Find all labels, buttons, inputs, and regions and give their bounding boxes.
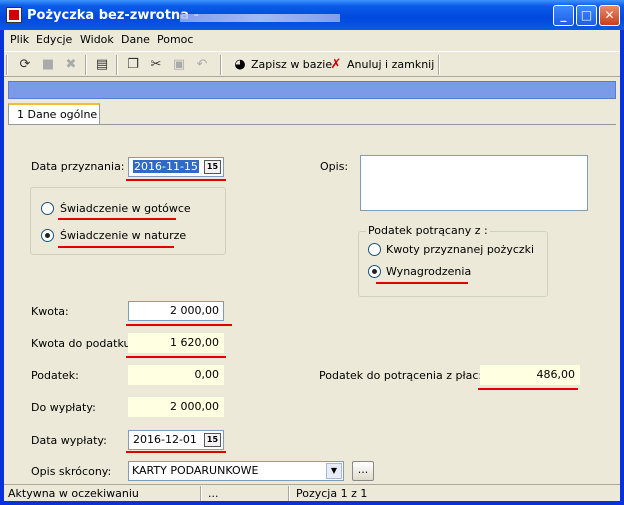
highlight-underline [126, 324, 232, 326]
redacted-title-part [180, 14, 340, 22]
cancel-close-label: Anuluj i zamknij [347, 58, 435, 71]
title-bar[interactable]: Pożyczka bez-zwrotna - _ □ ✕ [0, 0, 624, 30]
delete-icon[interactable]: ✖ [62, 56, 80, 74]
podatek-label: Podatek: [31, 369, 79, 382]
highlight-underline [478, 388, 578, 390]
data-wyplaty-value: 2016-12-01 [133, 433, 197, 446]
podatek-field: 0,00 [128, 365, 224, 385]
natura-label[interactable]: Świadczenie w naturze [60, 229, 186, 242]
menu-dane[interactable]: Dane [121, 33, 150, 46]
highlight-underline [58, 246, 174, 248]
data-wyplaty-label: Data wypłaty: [31, 434, 107, 447]
toolbar-separator [438, 55, 440, 75]
highlight-underline [126, 179, 226, 181]
save-icon[interactable]: ■ [39, 56, 57, 74]
kwota-do-podatku-field: 1 620,00 [128, 333, 224, 353]
cut-icon[interactable]: ✂ [147, 56, 165, 74]
opis-skrocony-more-button[interactable]: ... [352, 461, 374, 481]
toolbar: ⟳ ■ ✖ ▤ ❐ ✂ ▣ ↶ ◕ Zapisz w bazie ✗ Anuluj … [4, 51, 620, 77]
do-wyplaty-field: 2 000,00 [128, 397, 224, 417]
window-client: Plik Edycje Widok Dane Pomoc ⟳ ■ ✖ ▤ ❐ ✂… [4, 30, 620, 501]
minimize-button[interactable]: _ [553, 5, 574, 26]
toolbar-separator [116, 55, 118, 75]
data-przyznania-label: Data przyznania: [31, 160, 125, 173]
save-to-db-button[interactable]: ◕ Zapisz w bazie [232, 55, 332, 75]
progress-bar [8, 81, 616, 99]
calendar-icon[interactable]: 15 [204, 433, 221, 447]
podatek-groupbox [358, 231, 548, 297]
kwota-field[interactable]: 2 000,00 [128, 301, 224, 321]
wynagrodzenie-label[interactable]: Wynagrodzenia [386, 265, 471, 278]
status-text: Aktywna w oczekiwaniu [8, 487, 139, 500]
save-db-icon: ◕ [234, 57, 246, 72]
app-window: Pożyczka bez-zwrotna - _ □ ✕ Plik Edycje… [0, 0, 624, 505]
menu-plik[interactable]: Plik [10, 33, 29, 46]
close-button[interactable]: ✕ [599, 5, 620, 26]
cancel-icon: ✗ [330, 57, 342, 72]
highlight-underline [376, 282, 468, 284]
kwota-do-podatku-label: Kwota do podatku: [31, 337, 135, 350]
maximize-button[interactable]: □ [576, 5, 597, 26]
status-bar: Aktywna w oczekiwaniu ... Pozycja 1 z 1 [4, 484, 620, 501]
menu-pomoc[interactable]: Pomoc [157, 33, 193, 46]
cancel-close-button[interactable]: ✗ Anuluj i zamknij [328, 55, 435, 75]
data-przyznania-field[interactable]: 2016-11-15 15 [128, 157, 224, 177]
paste-icon[interactable]: ▣ [170, 56, 188, 74]
opis-skrocony-combo[interactable]: KARTY PODARUNKOWE ▼ [128, 461, 344, 481]
undo-icon[interactable]: ↶ [193, 56, 211, 74]
opis-label: Opis: [320, 160, 349, 173]
minimize-icon: _ [560, 8, 567, 22]
tab-dane-ogolne[interactable]: 1 Dane ogólne [8, 103, 100, 125]
highlight-underline [126, 451, 226, 453]
opis-textarea[interactable] [360, 155, 588, 211]
highlight-underline [58, 218, 176, 220]
kwota-label: Kwota: [31, 305, 69, 318]
close-icon: ✕ [604, 8, 615, 22]
menu-widok[interactable]: Widok [80, 33, 114, 46]
radio-pozyczka[interactable] [368, 243, 381, 256]
save-to-db-label: Zapisz w bazie [251, 58, 333, 71]
toolbar-separator [85, 55, 87, 75]
calendar-icon[interactable]: 15 [204, 160, 221, 174]
do-wyplaty-label: Do wypłaty: [31, 401, 96, 414]
toolbar-separator [220, 55, 222, 75]
dropdown-arrow-icon[interactable]: ▼ [326, 463, 342, 479]
toolbar-separator [6, 55, 8, 75]
properties-icon[interactable]: ▤ [93, 56, 111, 74]
maximize-icon: □ [580, 8, 593, 22]
swiadczenie-groupbox [30, 187, 226, 255]
podatek-do-potracenia-field: 486,00 [480, 365, 580, 385]
window-title: Pożyczka bez-zwrotna - [27, 8, 199, 23]
highlight-underline [126, 356, 226, 358]
radio-natura[interactable] [41, 229, 54, 242]
menu-bar: Plik Edycje Widok Dane Pomoc [4, 30, 620, 50]
status-middle: ... [208, 487, 219, 500]
pozyczka-label[interactable]: Kwoty przyznanej pożyczki [386, 243, 534, 256]
radio-wynagrodzenie[interactable] [368, 265, 381, 278]
data-przyznania-value: 2016-11-15 [133, 160, 199, 173]
opis-skrocony-value: KARTY PODARUNKOWE [132, 464, 259, 477]
menu-edycje[interactable]: Edycje [36, 33, 72, 46]
status-position: Pozycja 1 z 1 [296, 487, 368, 500]
refresh-icon[interactable]: ⟳ [16, 56, 34, 74]
statusbar-separator [200, 486, 202, 501]
podatek-groupbox-title: Podatek potrącany z : [366, 224, 490, 237]
copy-icon[interactable]: ❐ [124, 56, 142, 74]
podatek-do-potracenia-label: Podatek do potrącenia z płac: [319, 369, 483, 382]
statusbar-separator [288, 486, 290, 501]
data-wyplaty-field[interactable]: 2016-12-01 15 [128, 430, 224, 450]
opis-skrocony-label: Opis skrócony: [31, 465, 112, 478]
gotowka-label[interactable]: Świadczenie w gotówce [60, 202, 191, 215]
app-icon[interactable] [6, 7, 22, 23]
radio-gotowka[interactable] [41, 202, 54, 215]
tab-page: Data przyznania: 2016-11-15 15 Opis: Świ… [8, 124, 616, 482]
